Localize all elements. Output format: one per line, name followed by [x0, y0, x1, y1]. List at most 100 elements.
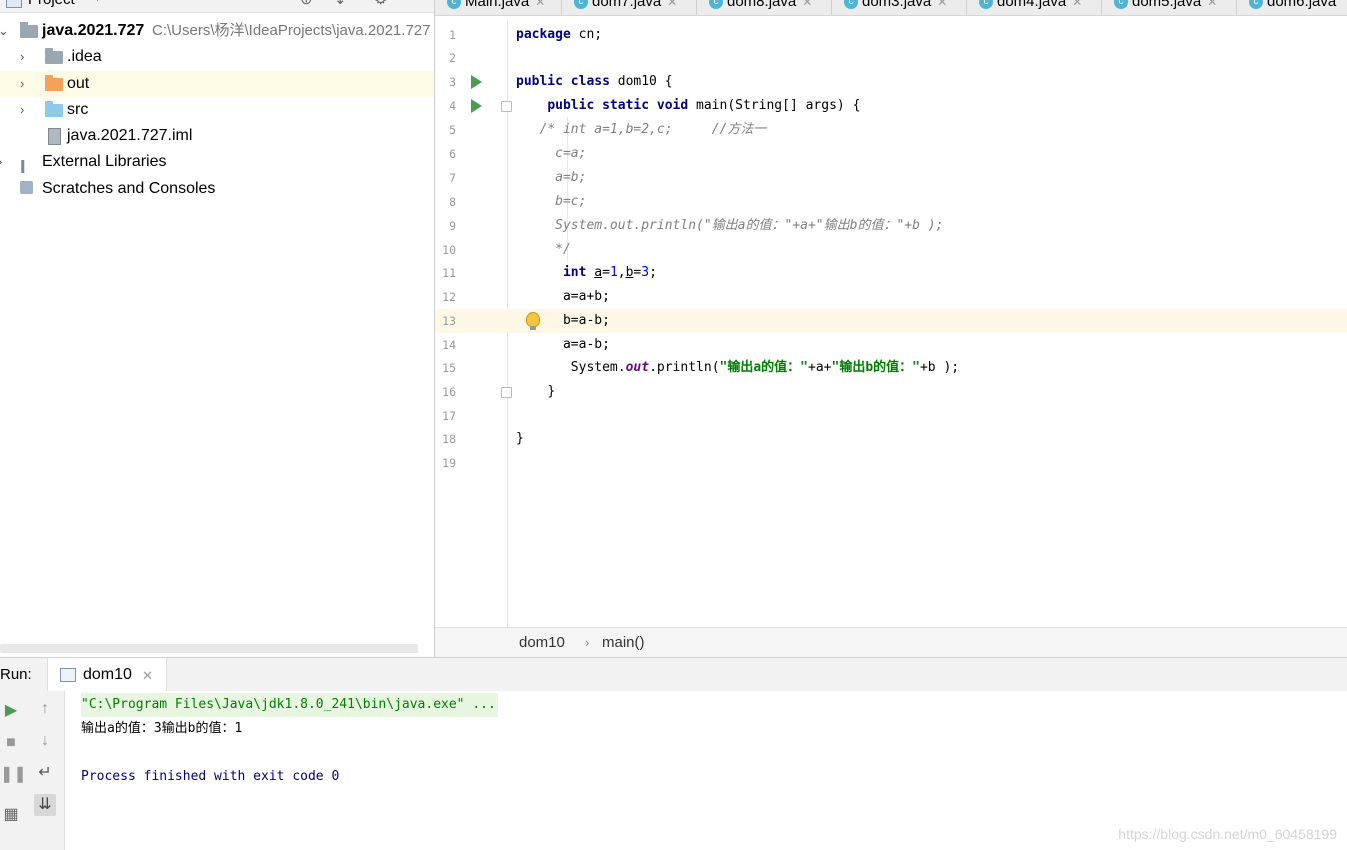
- tree-item-out[interactable]: › out: [0, 71, 434, 97]
- line-number: 5: [449, 123, 456, 137]
- comment: b=c;: [555, 194, 587, 209]
- code-line[interactable]: 2: [435, 46, 1347, 70]
- tree-item-scratches[interactable]: Scratches and Consoles: [0, 176, 434, 202]
- collapse-all-icon[interactable]: ⇟: [334, 0, 347, 8]
- run-toolbar: ▶ ■ ❚❚ ▦ ↑ ↓ ↵ ⇊: [0, 691, 65, 850]
- close-icon[interactable]: ✕: [937, 0, 947, 9]
- stop-icon[interactable]: ■: [0, 732, 22, 754]
- chevron-right-icon[interactable]: ›: [20, 44, 24, 70]
- tab-dom6-java[interactable]: c dom6.java: [1237, 0, 1347, 15]
- console-exit-line: Process finished with exit code 0: [81, 769, 340, 784]
- project-icon: [6, 0, 22, 8]
- close-icon[interactable]: ✕: [1072, 0, 1082, 9]
- tree-item-src[interactable]: › src: [0, 97, 434, 123]
- tree-item-iml[interactable]: java.2021.727.iml: [0, 123, 434, 149]
- code-line[interactable]: 9 System.out.println("输出a的值："+a+"输出b的值："…: [435, 214, 1347, 238]
- run-tab[interactable]: dom10 ✕: [47, 658, 167, 691]
- tab-dom3-java[interactable]: c dom3.java ✕: [832, 0, 967, 15]
- comment: System.out.println("输出a的值："+a+"输出b的值："+b…: [555, 218, 944, 233]
- code-text: }: [516, 431, 524, 446]
- run-label: Run:: [0, 666, 32, 683]
- rerun-icon[interactable]: ▶: [0, 700, 22, 722]
- current-code-line[interactable]: 13 b=a-b;: [435, 309, 1347, 333]
- close-icon[interactable]: ✕: [142, 668, 153, 684]
- run-class-icon[interactable]: [471, 75, 482, 89]
- chevron-down-icon[interactable]: ⌄: [0, 18, 9, 44]
- code-line[interactable]: 18 }: [435, 427, 1347, 451]
- tab-dom7-java[interactable]: c dom7.java ✕: [562, 0, 697, 15]
- tab-dom8-java[interactable]: c dom8.java ✕: [697, 0, 832, 15]
- close-icon[interactable]: ✕: [667, 0, 677, 9]
- code-text: a=a-b;: [562, 337, 610, 352]
- comment: a=b;: [555, 170, 587, 185]
- code-line[interactable]: 11 int a=1,b=3;: [435, 261, 1347, 285]
- folder-icon: [45, 75, 63, 91]
- soft-wrap-icon[interactable]: ↵: [34, 762, 56, 784]
- down-arrow-icon[interactable]: ↓: [34, 730, 56, 752]
- up-arrow-icon[interactable]: ↑: [34, 698, 56, 720]
- comment: c=a;: [555, 146, 587, 161]
- code-line[interactable]: 16 }: [435, 380, 1347, 404]
- file-icon: [48, 128, 61, 145]
- keyword: int: [562, 265, 587, 280]
- comment: */: [555, 242, 571, 257]
- close-icon[interactable]: ✕: [535, 0, 545, 9]
- breadcrumb-method[interactable]: main(): [602, 628, 645, 658]
- tree-item-idea[interactable]: › .idea: [0, 44, 434, 70]
- run-config-icon: [60, 668, 76, 682]
- close-icon[interactable]: ✕: [802, 0, 812, 9]
- watermark: https://blog.csdn.net/m0_60458199: [1118, 826, 1337, 842]
- horizontal-scrollbar[interactable]: [0, 644, 418, 653]
- tab-main-java[interactable]: c Main.java ✕: [435, 0, 562, 15]
- line-number: 19: [442, 456, 456, 470]
- tab-dom5-java[interactable]: c dom5.java ✕: [1102, 0, 1237, 15]
- code-text: a=a+b;: [562, 289, 610, 304]
- line-number: 17: [442, 409, 456, 423]
- line-number: 15: [442, 361, 456, 375]
- project-title[interactable]: Project: [28, 0, 75, 8]
- code-line[interactable]: 14 a=a-b;: [435, 333, 1347, 357]
- tree-item-external-libraries[interactable]: › |||| External Libraries: [0, 149, 434, 175]
- class-icon: c: [709, 0, 723, 10]
- code-line[interactable]: 4 public static void main(String[] args)…: [435, 94, 1347, 118]
- pause-icon[interactable]: ❚❚: [0, 764, 27, 786]
- chevron-right-icon[interactable]: ›: [20, 97, 24, 123]
- tab-dom4-java[interactable]: c dom4.java ✕: [967, 0, 1102, 15]
- code-line[interactable]: 10 */: [435, 238, 1347, 262]
- run-tab-label: dom10: [83, 666, 132, 683]
- chevron-down-icon[interactable]: ▼: [92, 0, 103, 4]
- code-line[interactable]: 6 c=a;: [435, 142, 1347, 166]
- fold-icon[interactable]: [501, 387, 512, 398]
- chevron-right-icon[interactable]: ›: [0, 149, 2, 175]
- tree-item-label: External Libraries: [42, 153, 167, 170]
- code-line[interactable]: 19: [435, 451, 1347, 475]
- close-icon[interactable]: ✕: [1207, 0, 1217, 9]
- line-number: 3: [449, 75, 456, 89]
- chevron-right-icon[interactable]: ›: [20, 71, 24, 97]
- code-line[interactable]: 15 System.out.println("输出a的值："+a+"输出b的值：…: [435, 356, 1347, 380]
- hide-icon[interactable]: —: [408, 0, 423, 7]
- code-line[interactable]: 7 a=b;: [435, 166, 1347, 190]
- comment: /* int a=1,b=2,c; //方法一: [539, 122, 767, 137]
- line-number: 7: [449, 171, 456, 185]
- code-editor[interactable]: 1 package cn; 2 3 public class dom10 { 4…: [435, 21, 1347, 627]
- code-line[interactable]: 17: [435, 404, 1347, 428]
- fold-icon[interactable]: [501, 101, 512, 112]
- editor-tabs: c Main.java ✕ c dom7.java ✕ c dom8.java ✕ c dom…: [435, 0, 1347, 16]
- code-line[interactable]: 8 b=c;: [435, 190, 1347, 214]
- breadcrumb-class[interactable]: dom10: [519, 628, 565, 658]
- code-line[interactable]: 12 a=a+b;: [435, 285, 1347, 309]
- source-folder-icon: [45, 101, 63, 117]
- library-icon: ||||: [20, 157, 25, 173]
- project-header: Project ▼ ⊕ ⇟ ⚙ —: [0, 0, 434, 13]
- tree-root[interactable]: ⌄ java.2021.727 C:\Users\杨洋\IdeaProjects…: [0, 18, 434, 44]
- gear-icon[interactable]: ⚙: [374, 0, 387, 8]
- keyword: public static void: [547, 98, 689, 113]
- scroll-to-end-icon[interactable]: ⇊: [34, 794, 56, 816]
- code-line[interactable]: 5 /* int a=1,b=2,c; //方法一: [435, 118, 1347, 142]
- code-line[interactable]: 3 public class dom10 {: [435, 70, 1347, 94]
- run-method-icon[interactable]: [471, 99, 482, 113]
- code-line[interactable]: 1 package cn;: [435, 23, 1347, 47]
- locate-icon[interactable]: ⊕: [300, 0, 313, 8]
- layout-icon[interactable]: ▦: [0, 804, 22, 826]
